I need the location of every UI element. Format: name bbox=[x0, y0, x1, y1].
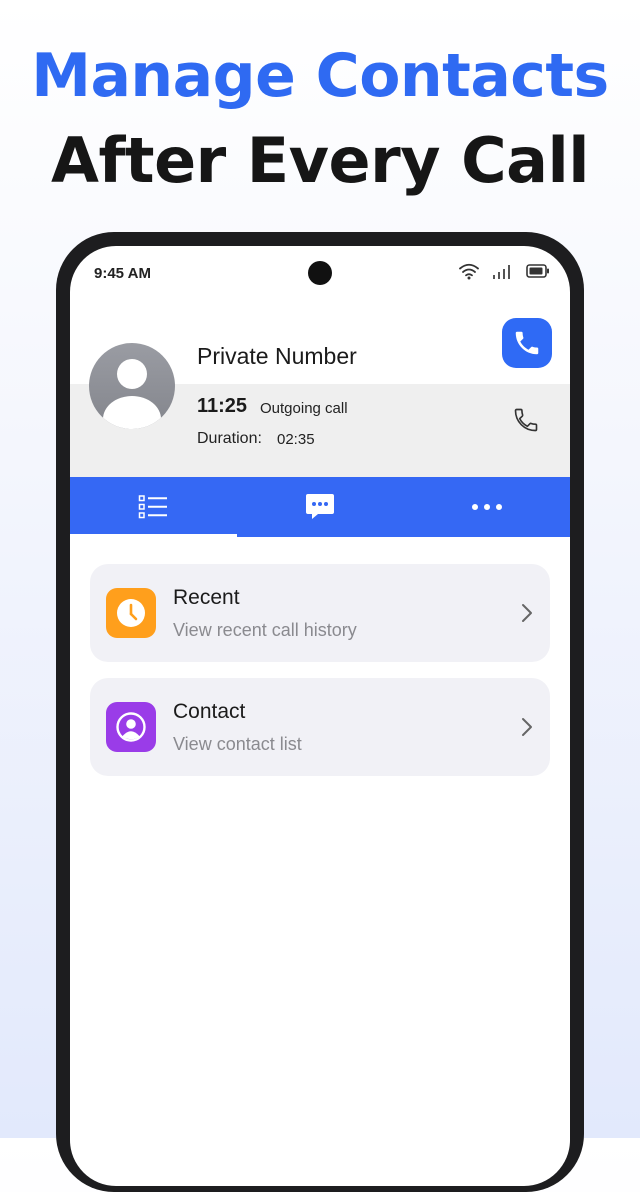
contact-subtitle: View contact list bbox=[173, 734, 302, 754]
phone-outline-icon[interactable] bbox=[512, 406, 540, 434]
tab-messages[interactable] bbox=[237, 477, 403, 537]
status-icons bbox=[458, 262, 550, 280]
recent-card[interactable]: Recent View recent call history bbox=[90, 564, 550, 662]
message-icon bbox=[306, 494, 334, 519]
chevron-right-icon bbox=[522, 604, 532, 622]
recent-title: Recent bbox=[173, 586, 240, 609]
avatar-person-icon bbox=[103, 359, 161, 429]
more-icon bbox=[472, 504, 502, 510]
signal-icon bbox=[492, 263, 514, 279]
caller-name: Private Number bbox=[197, 343, 357, 369]
tab-list[interactable] bbox=[70, 477, 236, 537]
clock-icon bbox=[106, 588, 156, 638]
duration-value: 02:35 bbox=[277, 431, 315, 448]
chevron-right-icon bbox=[522, 718, 532, 736]
status-time: 9:45 AM bbox=[94, 265, 151, 282]
list-icon bbox=[138, 495, 167, 519]
contact-icon bbox=[106, 702, 156, 752]
front-camera bbox=[308, 261, 332, 285]
contact-card[interactable]: Contact View contact list bbox=[90, 678, 550, 776]
wifi-icon bbox=[458, 262, 480, 280]
tab-more[interactable] bbox=[404, 477, 570, 537]
contact-title: Contact bbox=[173, 700, 246, 723]
caller-avatar bbox=[89, 343, 175, 429]
call-time: 11:25 bbox=[197, 395, 248, 417]
call-type: Outgoing call bbox=[260, 400, 348, 417]
selected-tab-indicator bbox=[70, 534, 237, 538]
recent-subtitle: View recent call history bbox=[173, 620, 357, 640]
tab-bar bbox=[70, 477, 570, 538]
duration-label: Duration: bbox=[197, 430, 262, 447]
phone-button-icon bbox=[515, 331, 539, 355]
phone-screen: 9:45 AM Private Number 11:25 Outgoing ca… bbox=[70, 246, 570, 1186]
headline-line-2: After Every Call bbox=[50, 124, 590, 197]
headline-line-1: Manage Contacts bbox=[31, 41, 609, 111]
battery-icon bbox=[526, 264, 550, 278]
call-button[interactable] bbox=[502, 318, 552, 368]
